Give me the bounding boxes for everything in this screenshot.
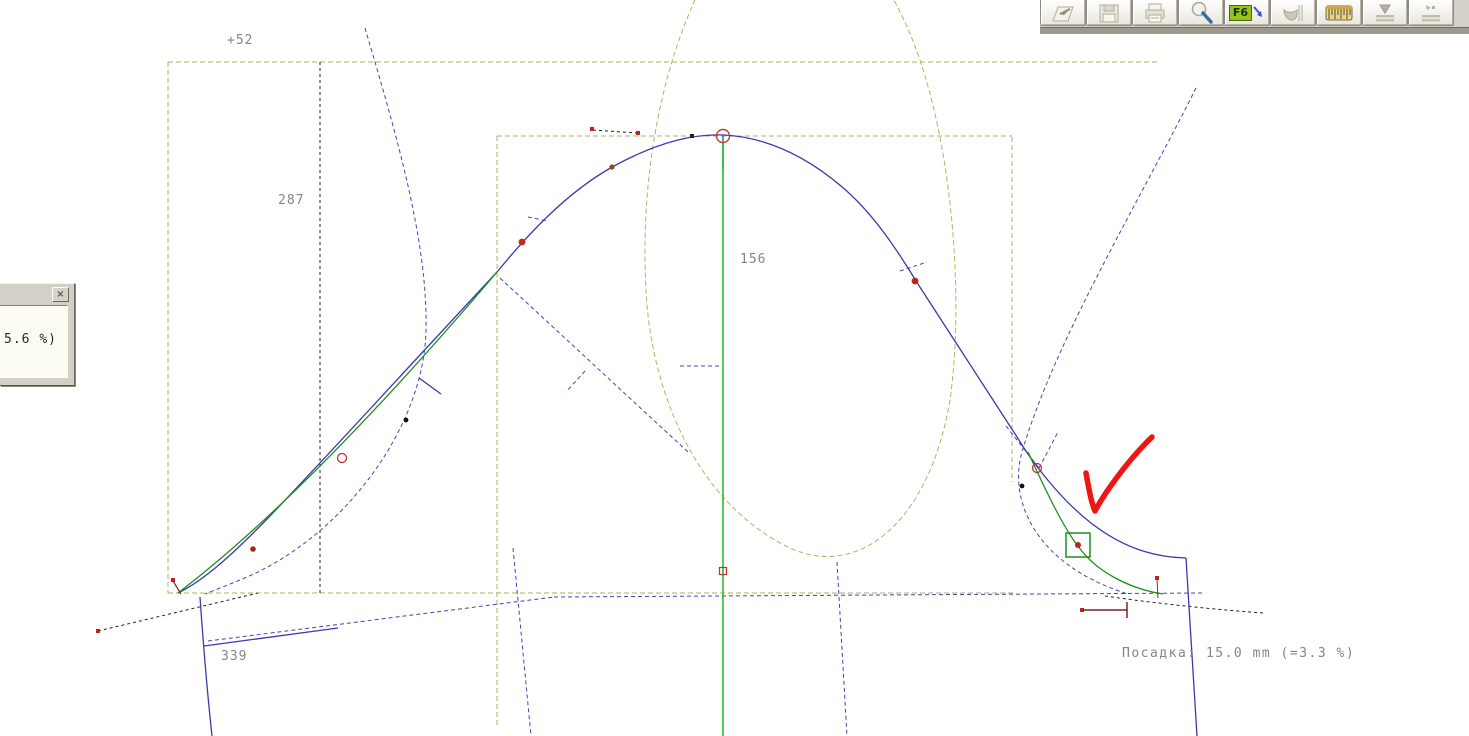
download-button[interactable] — [1362, 0, 1408, 26]
cup-button[interactable] — [1270, 0, 1316, 26]
dialog-titlebar[interactable]: × — [0, 284, 74, 305]
ease-dialog: × 5.6 %) — [0, 283, 75, 386]
toolbar: F6 — [1040, 0, 1469, 34]
f6-grading-icon: F6 — [1228, 4, 1253, 21]
toolbar-row: F6 — [1040, 0, 1469, 27]
toolbar-strip — [1040, 27, 1469, 34]
cup-icon — [1283, 4, 1303, 21]
download-lines-icon — [1376, 4, 1394, 21]
sleeve-cap-outline — [177, 134, 1198, 736]
f6-arrow-icon — [1253, 5, 1263, 17]
blue-dashed-lines — [204, 27, 1203, 736]
construction-frame-lines — [167, 0, 1158, 728]
export-lines-icon — [1422, 4, 1440, 21]
measure-marks — [96, 127, 1159, 633]
label-back-width: 287 — [278, 193, 305, 208]
armhole-oval — [644, 0, 957, 557]
save-button[interactable] — [1086, 0, 1132, 26]
close-button[interactable]: × — [52, 287, 69, 302]
label-cap-center: 156 — [740, 252, 767, 267]
print-button[interactable] — [1132, 0, 1178, 26]
f6-button[interactable]: F6 — [1224, 0, 1270, 26]
dialog-value-text: 5.6 %) — [4, 332, 57, 347]
measure-button[interactable] — [1316, 0, 1362, 26]
label-hem: 339 — [221, 649, 248, 664]
open-button[interactable] — [1040, 0, 1086, 26]
zoom-button[interactable] — [1178, 0, 1224, 26]
measure-tape-icon — [1325, 5, 1353, 20]
app-window: +52 287 156 339 Посадка: 15.0 mm (=3.3 %… — [0, 0, 1469, 736]
close-icon: × — [56, 289, 65, 300]
control-points — [250, 128, 1081, 576]
black-dashed-lines — [97, 62, 1264, 632]
status-ease-readout: Посадка: 15.0 mm (=3.3 %) — [1122, 646, 1356, 661]
drawing-canvas[interactable] — [0, 0, 1469, 736]
open-icon — [1052, 6, 1074, 21]
export-button[interactable] — [1408, 0, 1454, 26]
dialog-body: 5.6 %) — [0, 305, 68, 378]
save-icon — [1099, 4, 1119, 22]
zoom-icon — [1191, 1, 1213, 24]
red-checkmark-annotation — [1083, 434, 1155, 514]
label-offset-top: +52 — [227, 33, 254, 48]
green-seam-curves — [177, 271, 1164, 595]
print-icon — [1145, 3, 1165, 22]
